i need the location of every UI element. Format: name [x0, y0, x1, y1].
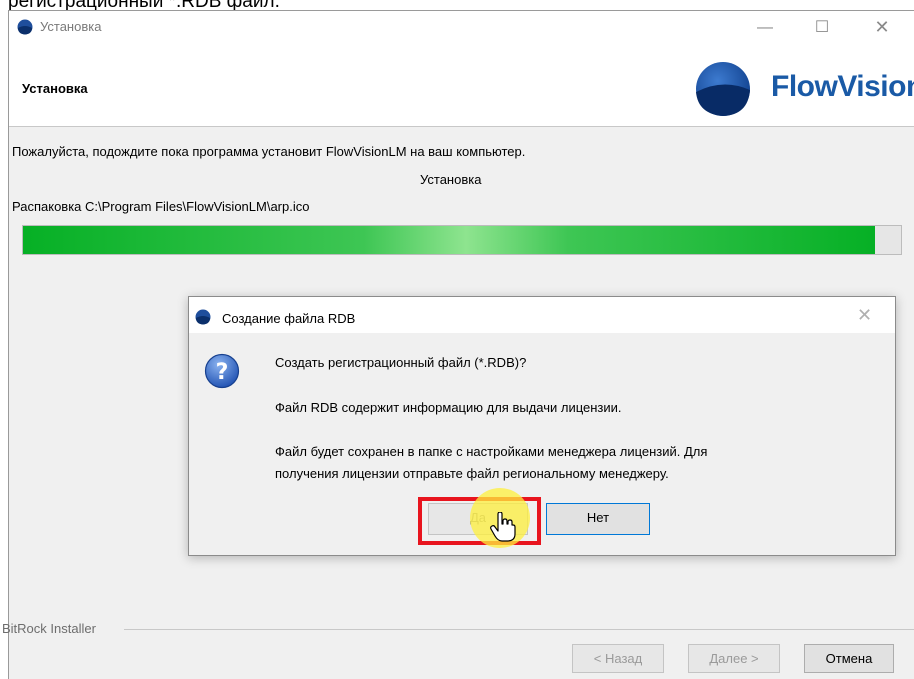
status-title: Установка	[420, 172, 482, 187]
flowvision-app-icon	[195, 309, 211, 325]
wait-message: Пожалуйста, подождите пока программа уст…	[12, 144, 526, 159]
close-button[interactable]: ✕	[859, 11, 905, 44]
back-button[interactable]: < Назад	[572, 644, 664, 673]
dialog-title: Создание файла RDB	[222, 311, 356, 326]
unpack-path: Распаковка C:\Program Files\FlowVisionLM…	[12, 199, 310, 214]
divider	[124, 629, 914, 630]
header-title: Установка	[22, 81, 88, 96]
cancel-button[interactable]: Отмена	[804, 644, 894, 673]
rdb-dialog: Создание файла RDB ✕ ? Создать регистрац…	[188, 296, 896, 556]
question-text: Создать регистрационный файл (*.RDB)?	[275, 355, 527, 370]
flowvision-logo: FlowVision	[694, 58, 914, 118]
installer-label: BitRock Installer	[2, 621, 96, 636]
svg-text:?: ?	[216, 360, 229, 385]
minimize-button[interactable]: —	[742, 11, 788, 44]
next-button[interactable]: Далее >	[688, 644, 780, 673]
maximize-button[interactable]: ☐	[799, 11, 845, 44]
no-button[interactable]: Нет	[546, 503, 650, 535]
progress-bar	[22, 225, 902, 255]
dialog-close-icon[interactable]: ✕	[857, 305, 872, 326]
flowvision-logo-icon	[696, 62, 750, 116]
info-text: Файл RDB содержит информацию для выдачи …	[275, 400, 622, 415]
save-text-line-2: получения лицензии отправьте файл регион…	[275, 466, 669, 481]
title-bar[interactable]: Установка — ☐ ✕	[9, 11, 914, 44]
hand-cursor-icon	[490, 512, 516, 542]
header-panel: Установка FlowVision	[9, 44, 914, 127]
save-text-line-1: Файл будет сохранен в папке с настройкам…	[275, 444, 708, 459]
window-title: Установка	[40, 19, 102, 34]
question-icon: ?	[204, 353, 240, 389]
dialog-title-bar[interactable]: Создание файла RDB ✕	[189, 297, 895, 333]
progress-fill	[23, 226, 875, 254]
flowvision-app-icon	[17, 19, 33, 35]
logo-text: FlowVision	[771, 70, 914, 103]
